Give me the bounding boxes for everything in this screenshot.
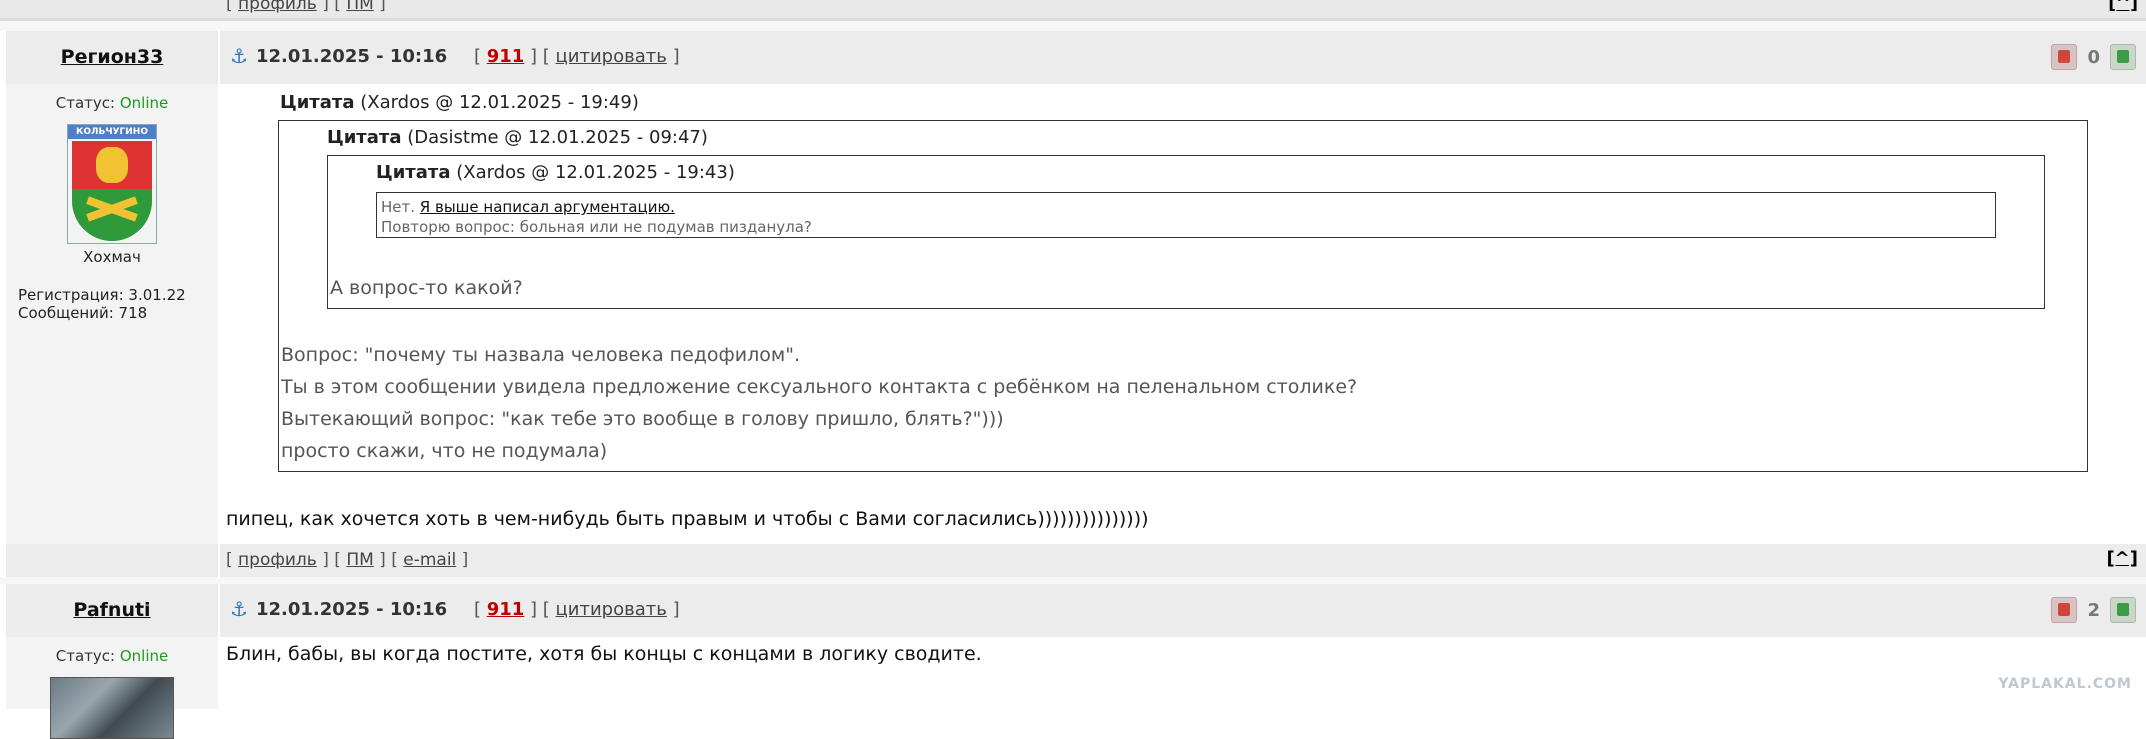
thumbs-down-icon[interactable] [2051,44,2078,70]
author-name[interactable]: Регион33 [61,46,164,68]
user-status: Статус: Online [55,647,169,665]
anchor-icon[interactable]: ⚓ [230,597,248,621]
quote-block: Нет. Я выше написал аргументацию. Повтор… [376,192,1996,238]
scroll-top-link[interactable]: [^] [2106,548,2138,569]
message-count: Сообщений: 718 [18,304,148,322]
avatar-banner: КОЛЬЧУГИНО [68,125,156,139]
avatar[interactable] [50,677,174,739]
post-links: [ профиль ] [ ПМ ] [ e-mail ] [226,550,469,570]
quote-button[interactable]: цитировать [556,599,667,620]
post-number[interactable]: 911 [487,46,525,67]
post-number[interactable]: 911 [487,599,525,620]
site-watermark: YAPLAKAL.COM [1998,676,2132,692]
quote-link[interactable]: Я выше написал аргументацию. [420,198,675,216]
previous-post-links: [ профиль ] [ ПМ ] [226,0,386,14]
author-header: Регион33 [6,31,218,84]
quote-header: Цитата (Dasistme @ 12.01.2025 - 09:47) [327,127,708,148]
post-meta: [ 911 ] [ цитировать ] [474,599,680,620]
quote-button[interactable]: цитировать [556,46,667,67]
thumbs-up-icon[interactable] [2110,597,2136,623]
author-header: Pafnuti [6,584,218,637]
post-text: Блин, бабы, вы когда постите, хотя бы ко… [226,643,982,665]
vote-count: 2 [2087,599,2100,621]
registration-date: Регистрация: 3.01.22 [18,286,186,304]
vote-widget: 2 [2051,597,2136,623]
post-date: 12.01.2025 - 10:16 [256,599,448,620]
anchor-icon[interactable]: ⚓ [230,44,248,68]
profile-link[interactable]: профиль [238,550,317,570]
user-info: Регистрация: 3.01.22 Сообщений: 718 [18,286,218,322]
post-header: ⚓ 12.01.2025 - 10:16 [ 911 ] [ цитироват… [220,31,2146,84]
previous-post-footer: [ профиль ] [ ПМ ] [^] [0,0,2146,21]
coat-of-arms-icon [72,141,152,241]
post-header: ⚓ 12.01.2025 - 10:16 [ 911 ] [ цитироват… [220,584,2146,637]
post-divider [0,577,2146,584]
post-meta: [ 911 ] [ цитировать ] [474,46,680,67]
post-date: 12.01.2025 - 10:16 [256,46,448,67]
author-panel: Статус: Online КОЛЬЧУГИНО Хохмач Регистр… [6,84,218,544]
author-panel: Статус: Online [6,637,218,739]
quote-text: Повторю вопрос: больная или не подумав п… [381,218,812,236]
vote-widget: 0 [2051,44,2136,70]
vote-count: 0 [2087,46,2100,68]
post-footer: [ профиль ] [ ПМ ] [ e-mail ] [^] [220,544,2146,577]
user-status: Статус: Online [55,94,169,112]
post-body: Блин, бабы, вы когда постите, хотя бы ко… [220,637,2146,709]
post-text: пипец, как хочется хоть в чем-нибудь быт… [226,508,1149,530]
quote-text: Нет. Я выше написал аргументацию. [381,198,675,216]
thumbs-down-icon[interactable] [2051,597,2078,623]
email-link[interactable]: e-mail [403,550,456,570]
author-footer [6,544,218,577]
author-name[interactable]: Pafnuti [73,599,150,621]
thumbs-up-icon[interactable] [2110,44,2136,70]
quote-header: Цитата (Xardos @ 12.01.2025 - 19:49) [280,92,639,113]
post-divider [0,21,2146,31]
quote-lines: Вопрос: "почему ты назвала человека педо… [281,344,1358,462]
scroll-top-link[interactable]: [^] [2108,0,2138,14]
quote-block: Цитата (Dasistme @ 12.01.2025 - 09:47) Ц… [278,120,2088,472]
avatar[interactable]: КОЛЬЧУГИНО [67,124,157,244]
quote-header: Цитата (Xardos @ 12.01.2025 - 19:43) [376,162,735,183]
profile-link[interactable]: профиль [238,0,317,14]
quote-reply: А вопрос-то какой? [330,277,523,299]
user-rank: Хохмач [83,248,141,266]
pm-link[interactable]: ПМ [346,550,373,570]
post-body: Цитата (Xardos @ 12.01.2025 - 19:49) Цит… [220,84,2146,544]
pm-link[interactable]: ПМ [346,0,373,14]
quote-block: Цитата (Xardos @ 12.01.2025 - 19:43) Нет… [327,155,2045,309]
